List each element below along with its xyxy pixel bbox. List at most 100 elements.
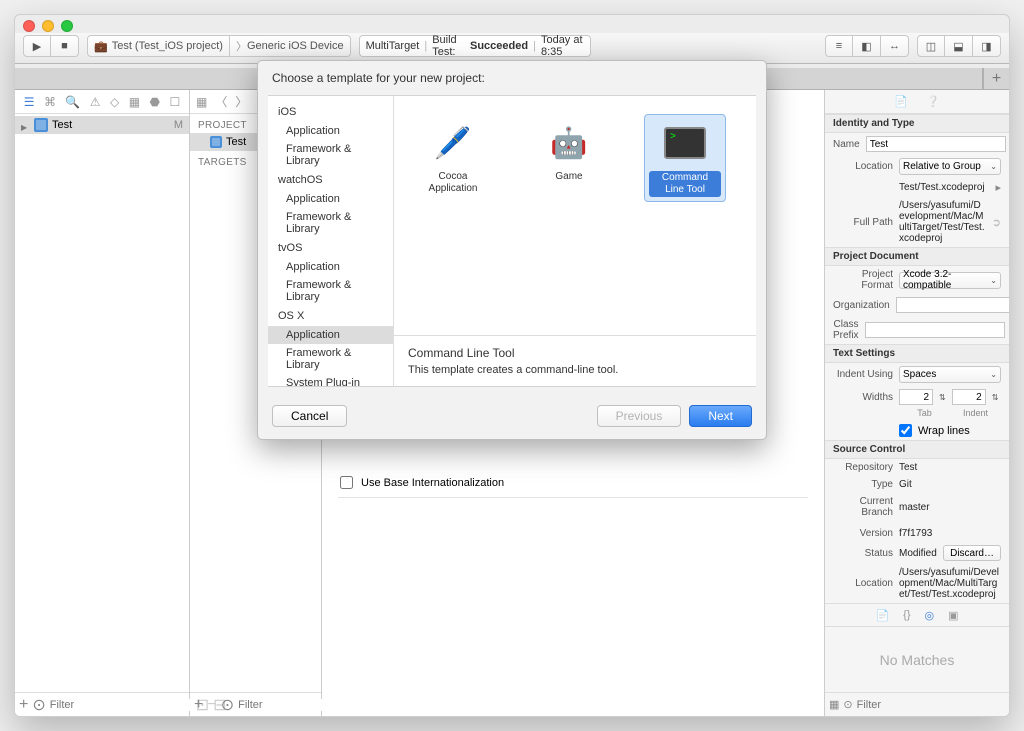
run-button[interactable]: ▶ [23,35,51,57]
format-select[interactable]: Xcode 3.2-compatible⌄ [899,272,1001,289]
project-root-row[interactable]: Test M [15,116,189,134]
template-category-sidebar[interactable]: iOS Application Framework & Library watc… [268,96,394,386]
branch-label: Current Branch [833,496,893,518]
add-tab-button[interactable]: + [983,68,1009,89]
zoom-icon[interactable] [61,20,73,32]
cat-ios-application[interactable]: Application [268,122,393,140]
template-label: Game [555,171,582,183]
library-filter-input[interactable] [857,699,1005,711]
file-template-icon[interactable]: 📄 [875,609,889,622]
disclosure-icon[interactable] [21,121,30,130]
prefix-label: Class Prefix [833,319,859,341]
indent-select[interactable]: Spaces⌄ [899,366,1001,383]
destination-selector[interactable]: 〉 Generic iOS Device [230,35,351,57]
toggle-debug-button[interactable]: ⬓ [945,35,973,57]
indent-width-field[interactable] [952,389,986,405]
outline-filter-bar: + − ⊙ [190,692,321,716]
project-icon [210,136,222,148]
report-navigator-icon[interactable]: ☐ [169,95,180,109]
status-label: Status [833,548,893,559]
scheme-selector[interactable]: 💼 Test (Test_iOS project) [87,35,230,57]
terminal-icon [661,119,709,167]
object-library-icon[interactable]: ◎ [925,609,935,622]
project-navigator-icon[interactable]: ☰ [24,95,35,109]
localization-row: Use Base Internationalization [338,476,808,489]
sc-location-value: /Users/yasufumi/Development/Mac/MultiTar… [899,567,1001,600]
template-label: Cocoa Application [417,171,489,195]
file-inspector-icon[interactable]: 📄 [894,95,908,108]
cat-osx-plugin[interactable]: System Plug-in [268,374,393,386]
folder-icon[interactable]: ▸ [995,181,1001,194]
project-tree[interactable]: Test M [15,114,189,692]
discard-button[interactable]: Discard… [943,545,1001,561]
symbol-navigator-icon[interactable]: ⌘ [44,95,56,109]
standard-editor-button[interactable]: ≡ [825,35,853,57]
previous-button[interactable]: Previous [597,405,682,427]
status-target: MultiTarget [366,40,420,52]
base-internationalization-checkbox[interactable] [340,476,353,489]
outline-project-name: Test [226,136,246,148]
filter-icon[interactable]: ⊙ [221,695,234,715]
add-icon[interactable]: + [19,696,28,714]
cat-tvos-framework[interactable]: Framework & Library [268,276,393,306]
cat-osx-application[interactable]: Application [268,326,393,344]
cat-osx-framework[interactable]: Framework & Library [268,344,393,374]
projdoc-section-title: Project Document [825,247,1009,266]
template-game[interactable]: 🤖 Game [528,114,610,188]
add-target-icon[interactable]: + [194,696,203,714]
minimize-icon[interactable] [42,20,54,32]
sheet-title: Choose a template for your new project: [258,61,766,89]
cat-tvos-application[interactable]: Application [268,258,393,276]
breakpoint-navigator-icon[interactable]: ⬣ [150,95,160,109]
cat-watchos-application[interactable]: Application [268,190,393,208]
version-editor-button[interactable]: ↔ [881,35,909,57]
toggle-navigator-button[interactable]: ◫ [917,35,945,57]
type-value: Git [899,479,1001,490]
cat-watchos-framework[interactable]: Framework & Library [268,208,393,238]
template-cocoa-application[interactable]: 🖊️ Cocoa Application [412,114,494,200]
next-button[interactable]: Next [689,405,752,427]
template-grid: 🖊️ Cocoa Application 🤖 Game Command Line… [394,96,756,335]
media-library-icon[interactable]: ▣ [948,609,958,622]
find-navigator-icon[interactable]: 🔍 [65,95,80,109]
tab-width-field[interactable] [899,389,933,405]
stop-button[interactable]: ■ [51,35,79,57]
debug-navigator-icon[interactable]: ▦ [129,95,140,109]
org-field[interactable] [896,297,1009,313]
test-navigator-icon[interactable]: ◇ [110,95,119,109]
location-select[interactable]: Relative to Group⌄ [899,158,1001,175]
back-icon[interactable]: 〈 [215,93,227,110]
status-time: Today at 8:35 [541,34,584,58]
name-field[interactable] [866,136,1006,152]
wrap-checkbox[interactable] [899,424,912,437]
help-inspector-icon[interactable]: ❔ [926,95,940,108]
toggle-inspector-button[interactable]: ◨ [973,35,1001,57]
cancel-button[interactable]: Cancel [272,405,347,427]
template-main: 🖊️ Cocoa Application 🤖 Game Command Line… [394,96,756,386]
type-label: Type [833,479,893,490]
code-snippet-icon[interactable]: {} [903,609,910,621]
prefix-field[interactable] [865,322,1005,338]
org-label: Organization [833,300,890,311]
game-icon: 🤖 [545,119,593,167]
divider [338,497,808,498]
grid-icon[interactable]: ▦ [829,698,839,711]
assistant-editor-button[interactable]: ◧ [853,35,881,57]
template-label: Command Line Tool [649,171,721,197]
forward-icon[interactable]: 〉 [235,93,247,110]
reveal-icon[interactable]: ➲ [992,216,1001,229]
issue-navigator-icon[interactable]: ⚠ [90,95,101,109]
template-command-line-tool[interactable]: Command Line Tool [644,114,726,202]
outline-icon[interactable]: ▦ [196,95,207,109]
repo-label: Repository [833,462,893,473]
filter-icon[interactable]: ⊙ [843,698,852,711]
desc-title: Command Line Tool [408,346,742,360]
branch-value: master [899,502,1001,513]
navigator-filter-input[interactable] [50,699,192,711]
widths-label: Widths [833,392,893,403]
filter-icon[interactable]: ⊙ [32,695,45,715]
inspector-pane: 📄 ❔ Identity and Type Name LocationRelat… [824,90,1009,716]
cat-ios-framework[interactable]: Framework & Library [268,140,393,170]
remove-target-icon[interactable]: − [207,696,216,714]
close-icon[interactable] [23,20,35,32]
